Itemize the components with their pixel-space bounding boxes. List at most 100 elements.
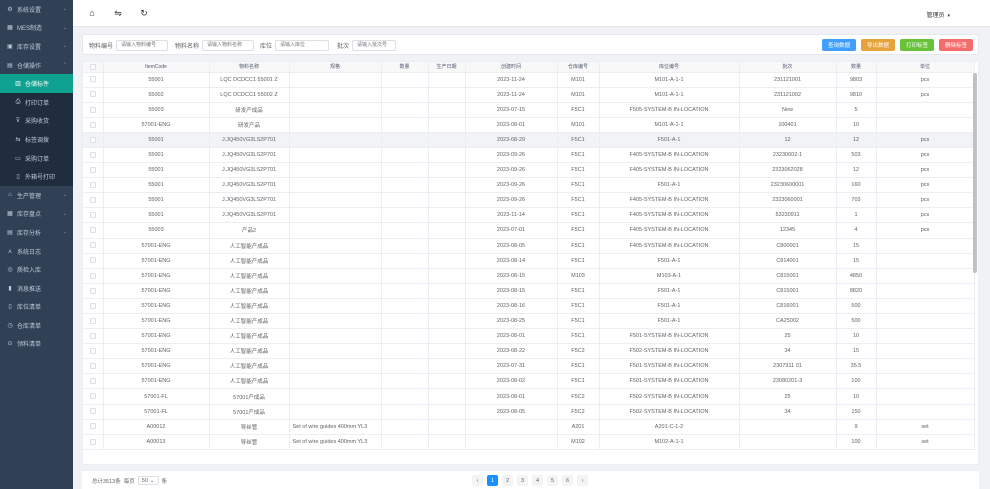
row-checkbox[interactable]: [83, 298, 104, 315]
checkbox-icon[interactable]: [89, 408, 96, 415]
checkbox-icon[interactable]: [89, 332, 96, 339]
checkbox-icon[interactable]: [89, 438, 96, 445]
sidebar-item-8[interactable]: ▭ 采购订单: [0, 148, 73, 168]
table-row[interactable]: 57001-ENG 研发产品 2023-08-01 M101 M101-A-1-1 100…: [83, 117, 975, 133]
sidebar-item-0[interactable]: ⚙ 系统设置 ⌄: [0, 0, 73, 19]
row-checkbox[interactable]: [83, 268, 104, 284]
checkbox-icon[interactable]: [89, 106, 96, 113]
export-button[interactable]: 导出数据: [861, 39, 895, 51]
sidebar-item-14[interactable]: ◎ 质检入库: [0, 260, 73, 279]
sidebar-item-16[interactable]: ▯ 库位清单: [0, 298, 73, 317]
row-checkbox[interactable]: [83, 238, 104, 254]
table-row[interactable]: 57001-ENG 人工智能产成品 2023-08-02 F5C1 F501-SYSTE…: [83, 373, 975, 390]
checkbox-icon[interactable]: [89, 136, 96, 143]
location-input[interactable]: [275, 39, 330, 51]
item-code-input[interactable]: [116, 39, 169, 51]
checkbox-icon[interactable]: [89, 348, 96, 354]
row-checkbox[interactable]: [83, 328, 104, 345]
table-row[interactable]: A00013 导丝管 Set of wire guides 400mm YL3 M10…: [83, 434, 975, 450]
refresh-icon[interactable]: ↻: [137, 8, 151, 19]
table-row[interactable]: 55001 J.JQ450VG3LS2P701 2023-09-26 F5C1 F501…: [83, 177, 975, 194]
table-row[interactable]: 57001-ENG 人工智能产成品 2023-08-16 F5C1 F501-A-1 C8…: [83, 298, 975, 315]
checkbox-icon[interactable]: [89, 287, 96, 294]
row-checkbox[interactable]: [83, 177, 104, 194]
page-size-select[interactable]: 50 ⌄: [137, 476, 159, 485]
row-checkbox[interactable]: [83, 283, 104, 299]
table-row[interactable]: 55001 LQC DCDCC1 55001 Z 2023-11-24 M101 M10…: [83, 72, 975, 88]
checkbox-icon[interactable]: [89, 181, 96, 188]
sidebar-item-6[interactable]: ⊽ 采购收货: [0, 111, 73, 131]
row-checkbox[interactable]: [83, 434, 104, 450]
checkbox-icon[interactable]: [89, 63, 96, 70]
checkbox-icon[interactable]: [89, 227, 96, 234]
item-name-input[interactable]: [202, 39, 255, 51]
page-button-6[interactable]: 6: [562, 475, 573, 486]
checkbox-icon[interactable]: [89, 242, 96, 249]
row-checkbox[interactable]: [83, 373, 104, 390]
sidebar-item-5[interactable]: ⎙ 打印订单: [0, 92, 73, 112]
page-button-4[interactable]: 4: [532, 475, 543, 486]
sidebar-item-18[interactable]: ⊙ 领料清单: [0, 335, 73, 354]
table-row[interactable]: 57001-FL 57001产成品 2023-08-05 F5C2 F502-SYSTE…: [83, 404, 975, 420]
table-row[interactable]: 55002 LQC DCDCC1 55002 Z 2023-11-24 M101 M10…: [83, 87, 975, 103]
checkbox-icon[interactable]: [89, 166, 96, 173]
delete-label-button[interactable]: 删除标签: [939, 39, 973, 51]
table-row[interactable]: 57001-ENG 人工智能产成品 2023-08-05 F5C1 F405-SYSTE…: [83, 238, 975, 254]
row-checkbox[interactable]: [83, 222, 104, 239]
checkbox-icon[interactable]: [89, 151, 96, 158]
row-checkbox[interactable]: [83, 343, 104, 360]
checkbox-icon[interactable]: [89, 257, 96, 264]
checkbox-icon[interactable]: [89, 197, 96, 204]
page-button-1[interactable]: 1: [487, 475, 498, 486]
table-row[interactable]: 55003 产品2 2023-07-01 F5C1 F405-SYSTEM-B IN-L…: [83, 222, 975, 239]
page-button-3[interactable]: 3: [517, 475, 528, 486]
row-checkbox[interactable]: [83, 192, 104, 209]
sidebar-item-10[interactable]: ⌂ 生产管理 ⌄: [0, 186, 73, 205]
home-icon[interactable]: ⌂: [85, 8, 99, 18]
table-row[interactable]: 55001 J.JQ450VG3LS2P701 2023-08-29 F5C1 F501…: [83, 132, 975, 148]
table-row[interactable]: 57001-ENG 人工智能产成品 2023-07-31 F5C1 F501-SYSTE…: [83, 358, 975, 375]
batch-input[interactable]: [352, 39, 397, 51]
row-checkbox[interactable]: [83, 313, 104, 330]
vertical-scrollbar[interactable]: [973, 73, 977, 273]
sidebar-item-9[interactable]: ▯ 外箱号打印: [0, 167, 73, 186]
table-row[interactable]: 57001-ENG 人工智能产成品 2023-08-22 F5C2 F502-SYSTE…: [83, 343, 975, 360]
checkbox-icon[interactable]: [89, 91, 96, 98]
page-button-2[interactable]: 2: [502, 475, 513, 486]
next-page-button[interactable]: ›: [577, 475, 588, 486]
table-row[interactable]: 55001 J.JQ450VG3LS2P701 2023-11-14 F5C1 F405…: [83, 207, 975, 224]
row-checkbox[interactable]: [83, 388, 104, 405]
row-checkbox[interactable]: [83, 147, 104, 164]
row-checkbox[interactable]: [83, 162, 104, 179]
sidebar-item-4[interactable]: ▥ 仓储标件: [0, 74, 73, 93]
table-row[interactable]: 55001 J.JQ450VG3LS2P701 2023-09-26 F5C1 F405…: [83, 162, 975, 179]
sidebar-item-7[interactable]: ⇆ 标签调拨: [0, 130, 73, 149]
checkbox-icon[interactable]: [89, 393, 96, 400]
collapse-toggle-icon[interactable]: ⇋: [111, 8, 125, 19]
sidebar-item-17[interactable]: ◷ 仓库清单: [0, 316, 73, 335]
select-all-checkbox[interactable]: [83, 62, 104, 73]
sidebar-item-12[interactable]: ▤ 库存分析 ⌄: [0, 223, 73, 242]
sidebar-item-2[interactable]: ▣ 库存设置 ⌄: [0, 37, 73, 56]
table-row[interactable]: 55001 J.JQ450VG3LS2P701 2023-09-26 F5C1 F405…: [83, 147, 975, 164]
checkbox-icon[interactable]: [89, 76, 96, 83]
checkbox-icon[interactable]: [89, 317, 96, 324]
row-checkbox[interactable]: [83, 72, 104, 88]
checkbox-icon[interactable]: [89, 121, 96, 128]
prev-page-button[interactable]: ‹: [472, 475, 483, 486]
sidebar-item-11[interactable]: ▦ 库存盘点 ⌄: [0, 205, 73, 224]
search-button[interactable]: 查询数据: [822, 39, 856, 51]
checkbox-icon[interactable]: [89, 363, 96, 370]
sidebar-item-15[interactable]: ▮ 消息推送: [0, 279, 73, 298]
page-button-5[interactable]: 5: [547, 475, 558, 486]
row-checkbox[interactable]: [83, 207, 104, 224]
user-menu[interactable]: 管理员 ▾: [926, 10, 950, 19]
table-row[interactable]: 55003 研发产成品 2023-07-15 F5C1 F505-SYSTEM-B IN…: [83, 102, 975, 118]
checkbox-icon[interactable]: [89, 302, 96, 309]
table-row[interactable]: 57001-FL 57001产成品 2023-08-01 F5C2 F502-SYSTE…: [83, 388, 975, 405]
table-row[interactable]: 55001 J.JQ450VG3LS2P701 2023-09-26 F5C1 F405…: [83, 192, 975, 209]
table-row[interactable]: 57001-ENG 人工智能产成品 2023-08-15 M103 M103-A-1 C8…: [83, 268, 975, 284]
print-label-button[interactable]: 打印标签: [900, 39, 934, 51]
table-row[interactable]: 57001-ENG 人工智能产成品 2023-08-01 F5C1 F501-SYSTE…: [83, 328, 975, 345]
row-checkbox[interactable]: [83, 419, 104, 435]
